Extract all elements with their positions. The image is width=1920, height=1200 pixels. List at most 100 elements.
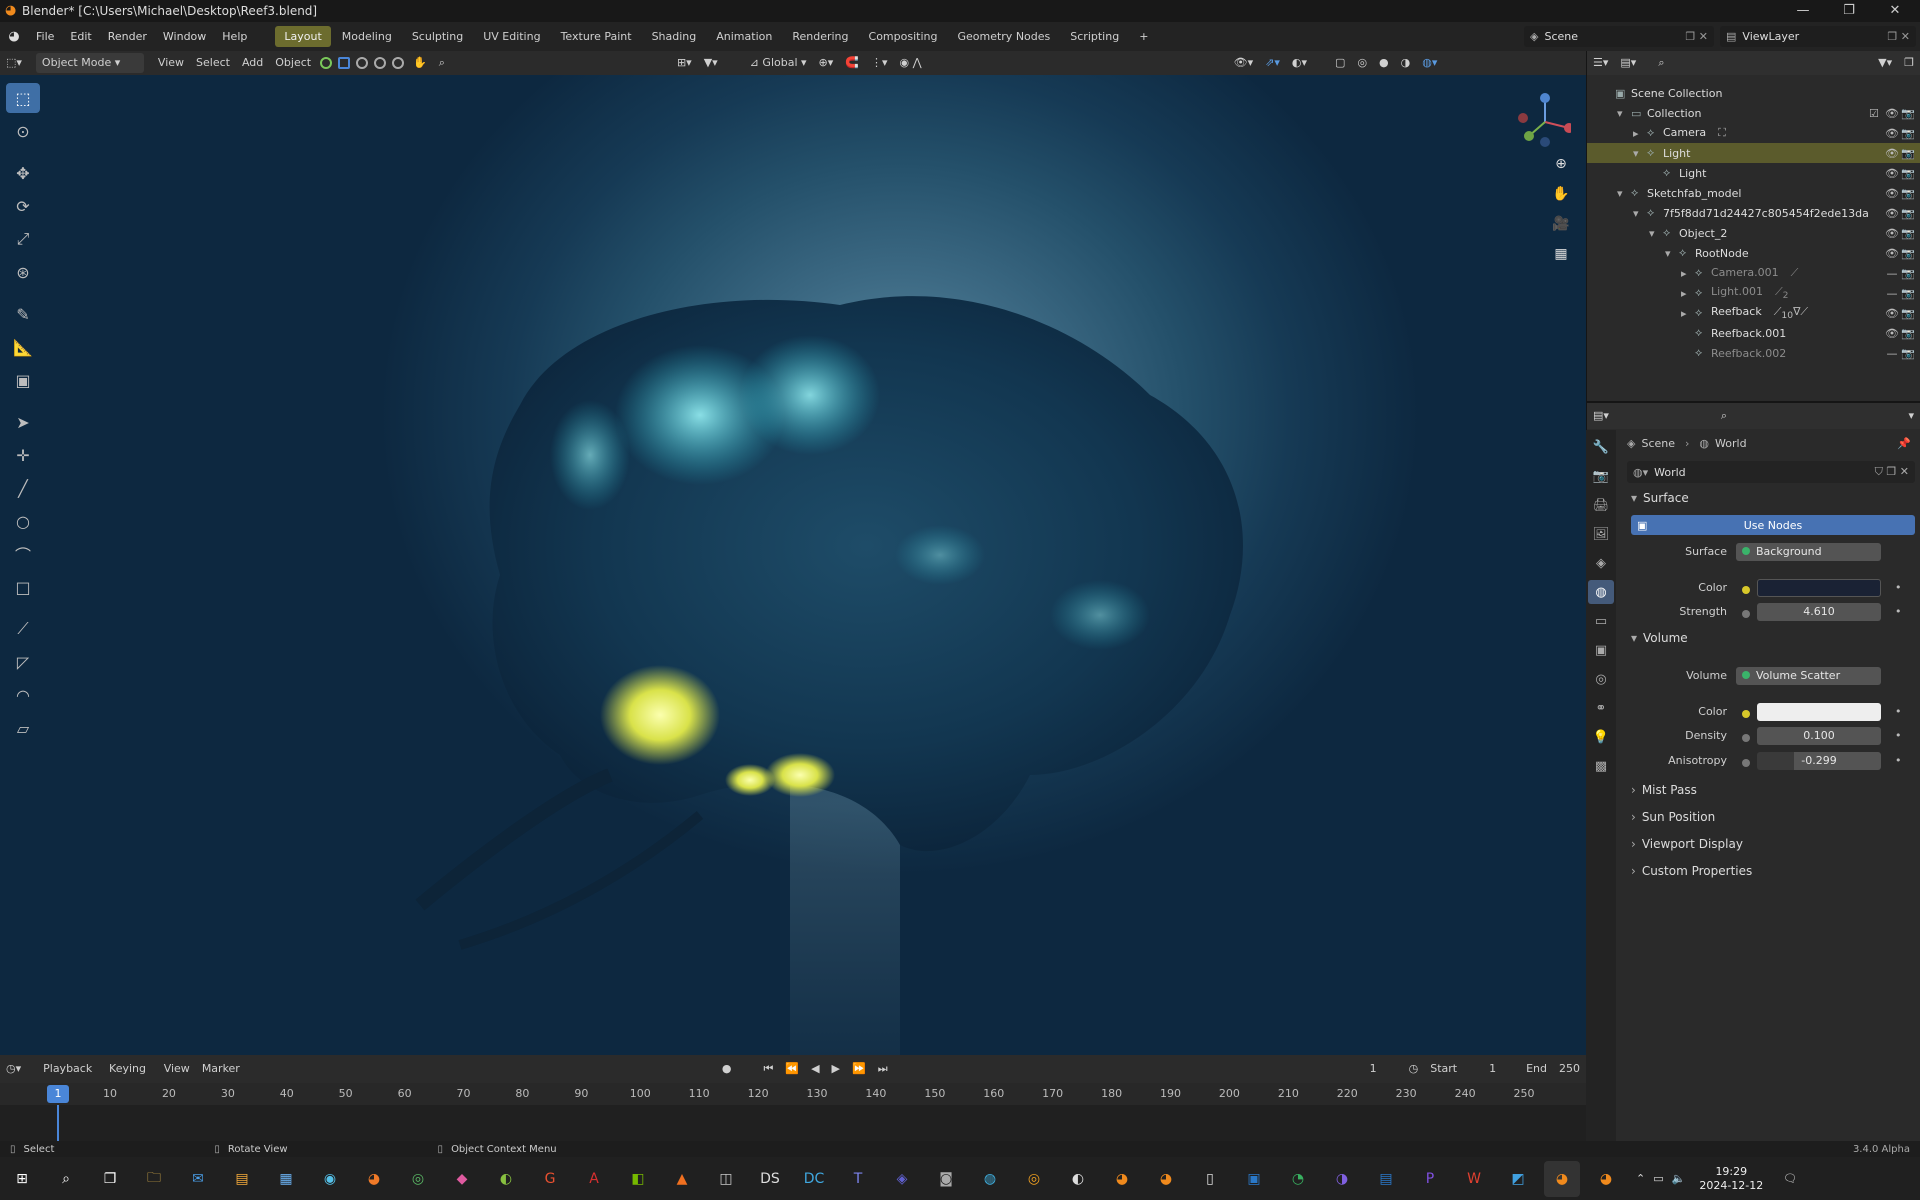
- start-frame-field[interactable]: 1: [1483, 1059, 1502, 1079]
- chevron-down-icon[interactable]: ▾: [1617, 107, 1629, 120]
- render-camera-icon[interactable]: 📷: [1901, 167, 1915, 180]
- strength-field[interactable]: 4.610: [1757, 603, 1881, 621]
- spiral-tool-icon[interactable]: ◠: [6, 680, 40, 710]
- outliner-row[interactable]: ⟡ Light 👁 📷: [1587, 163, 1920, 183]
- menu-render[interactable]: Render: [100, 22, 155, 51]
- visibility-eye-icon[interactable]: 👁: [1885, 187, 1899, 200]
- tray-volume-icon[interactable]: 🔈: [1672, 1172, 1686, 1185]
- scale-tool-icon[interactable]: ⤢: [6, 224, 40, 254]
- app-icon[interactable]: ◐: [488, 1161, 524, 1197]
- add-line-tool-icon[interactable]: ╱: [6, 473, 40, 503]
- transform-tool-icon[interactable]: ⊛: [6, 257, 40, 287]
- overlay-toggle-icon[interactable]: ◐▾: [1286, 53, 1313, 73]
- app-icon[interactable]: G: [532, 1161, 568, 1197]
- play-icon[interactable]: ▶: [826, 1059, 846, 1079]
- timeline-editor-type-icon[interactable]: ◷▾: [0, 1059, 27, 1079]
- volume-shader-field[interactable]: Volume Scatter: [1736, 667, 1881, 685]
- outliner-row[interactable]: ▾ ⟡ 7f5f8dd71d24427c805454f2ede13da 👁 📷: [1587, 203, 1920, 223]
- blender-taskbar-icon[interactable]: ◕: [1588, 1161, 1624, 1197]
- world-tab-icon[interactable]: ◍: [1588, 580, 1614, 604]
- output-tab-icon[interactable]: 🖨: [1588, 493, 1614, 517]
- visibility-eye-icon[interactable]: —: [1885, 347, 1899, 360]
- xray-icon[interactable]: ▢: [1329, 53, 1351, 73]
- measure-tool-icon[interactable]: 📐: [6, 332, 40, 362]
- visibility-eye-icon[interactable]: 👁: [1885, 167, 1899, 180]
- world-datablock-icon[interactable]: ◍▾: [1633, 466, 1648, 479]
- pin-icon[interactable]: 📌: [1897, 437, 1911, 450]
- object-mode-dropdown[interactable]: Object Mode ▾: [35, 53, 144, 73]
- app-icon[interactable]: ◈: [884, 1161, 920, 1197]
- outliner-row[interactable]: ▣ Scene Collection: [1587, 83, 1920, 103]
- visibility-eye-icon[interactable]: 👁: [1885, 327, 1899, 340]
- snap-icon[interactable]: 🧲: [839, 53, 865, 73]
- menu-view[interactable]: View: [152, 53, 190, 73]
- anisotropy-field[interactable]: -0.299: [1757, 752, 1881, 770]
- selection-mode-icon[interactable]: [320, 57, 333, 69]
- maximize-icon[interactable]: ❐: [1826, 0, 1872, 22]
- render-camera-icon[interactable]: 📷: [1901, 247, 1915, 260]
- chevron-right-icon[interactable]: ▸: [1681, 267, 1693, 280]
- pivot-point-icon[interactable]: ⊕▾: [813, 53, 840, 73]
- properties-search-icon[interactable]: ⌕: [1715, 406, 1733, 426]
- chevron-down-icon[interactable]: ▾: [1633, 207, 1645, 220]
- tab-animation[interactable]: Animation: [707, 26, 781, 47]
- move-tool-icon[interactable]: ✥: [6, 158, 40, 188]
- viewlayer-new-icon[interactable]: ❐ ✕: [1887, 30, 1910, 43]
- timeline-ruler[interactable]: 1 10 20 30 40 50 60 70 80 90 100 110 120 130 140 150 160…: [0, 1083, 1586, 1105]
- use-nodes-button[interactable]: ▣ Use Nodes: [1631, 515, 1915, 535]
- pan-hand-icon[interactable]: ✋: [1548, 181, 1574, 207]
- render-camera-icon[interactable]: 📷: [1901, 287, 1915, 300]
- close-icon[interactable]: ✕: [1872, 0, 1918, 22]
- app-icon[interactable]: ▤: [1368, 1161, 1404, 1197]
- sun-position-section[interactable]: › Sun Position: [1631, 810, 1715, 824]
- tray-network-icon[interactable]: ▭: [1653, 1172, 1663, 1185]
- calculator-icon[interactable]: ▦: [268, 1161, 304, 1197]
- visibility-eye-icon[interactable]: 👁: [1885, 107, 1899, 120]
- add-circle-tool-icon[interactable]: ○: [6, 506, 40, 536]
- mail-icon[interactable]: ✉: [180, 1161, 216, 1197]
- chevron-down-icon[interactable]: ▾: [1649, 227, 1661, 240]
- chevron-right-icon[interactable]: ▸: [1681, 307, 1693, 320]
- visibility-eye-icon[interactable]: 👁: [1885, 247, 1899, 260]
- select-box-tool-icon[interactable]: ⬚: [6, 83, 40, 113]
- outliner-editor-type-icon[interactable]: ☰▾: [1587, 53, 1614, 73]
- proportional-edit-icon[interactable]: ◉ ⋀: [894, 53, 928, 73]
- datablock-actions-icon[interactable]: ⛉ ❐ ✕: [1875, 465, 1909, 479]
- 3d-viewport[interactable]: ⊕ ✋ 🎥 ▦: [0, 75, 1586, 1055]
- render-camera-icon[interactable]: 📷: [1901, 347, 1915, 360]
- new-collection-icon[interactable]: ❐: [1898, 53, 1920, 73]
- object-tab-icon[interactable]: ▣: [1588, 638, 1614, 662]
- prev-keyframe-icon[interactable]: ⏪: [779, 1059, 805, 1079]
- outliner-row[interactable]: ▾ ⟡ Sketchfab_model 👁 📷: [1587, 183, 1920, 203]
- firefox-icon[interactable]: ◕: [356, 1161, 392, 1197]
- hand-icon[interactable]: ✋: [407, 53, 433, 73]
- outliner-row[interactable]: ▸ ⟡ Camera ⛶ 👁 📷: [1587, 123, 1920, 143]
- custom-properties-section[interactable]: › Custom Properties: [1631, 864, 1752, 878]
- volume-section-header[interactable]: ▾ Volume: [1631, 631, 1688, 645]
- visibility-eye-icon[interactable]: 👁: [1885, 147, 1899, 160]
- app-icon[interactable]: DC: [796, 1161, 832, 1197]
- end-frame-field[interactable]: 250: [1553, 1059, 1586, 1079]
- app-icon[interactable]: ▣: [1236, 1161, 1272, 1197]
- app-icon[interactable]: P: [1412, 1161, 1448, 1197]
- chevron-right-icon[interactable]: ▸: [1681, 287, 1693, 300]
- timeline-track[interactable]: [0, 1105, 1586, 1141]
- chevron-down-icon[interactable]: ▾: [1665, 247, 1677, 260]
- app-icon[interactable]: ◍: [972, 1161, 1008, 1197]
- menu-add[interactable]: Add: [236, 53, 269, 73]
- add-point-tool-icon[interactable]: ✛: [6, 440, 40, 470]
- render-camera-icon[interactable]: 📷: [1901, 327, 1915, 340]
- jump-start-icon[interactable]: ⏮: [757, 1059, 779, 1079]
- tray-chevron-icon[interactable]: ⌃: [1636, 1172, 1645, 1185]
- blender-taskbar-icon[interactable]: ◕: [1104, 1161, 1140, 1197]
- minimize-icon[interactable]: —: [1780, 0, 1826, 22]
- app-icon[interactable]: ◫: [708, 1161, 744, 1197]
- density-field[interactable]: 0.100: [1757, 727, 1881, 745]
- nvidia-icon[interactable]: ◧: [620, 1161, 656, 1197]
- app-icon[interactable]: ◑: [1324, 1161, 1360, 1197]
- app-icon[interactable]: W: [1456, 1161, 1492, 1197]
- menu-keying[interactable]: Keying ▾: [103, 1059, 158, 1095]
- teams-icon[interactable]: T: [840, 1161, 876, 1197]
- wireframe-shading-icon[interactable]: ◎: [1351, 53, 1373, 73]
- visibility-eye-icon[interactable]: 👁: [1885, 227, 1899, 240]
